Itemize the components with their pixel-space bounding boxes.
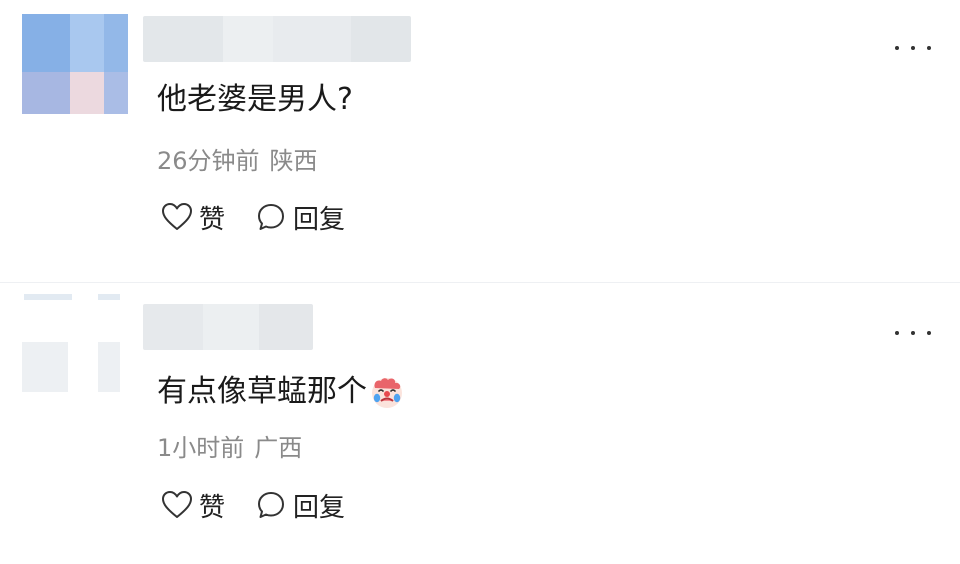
comment-location: 广西 [254,434,303,462]
heart-icon [162,203,192,230]
comment-text-content: 他老婆是男人? [157,82,353,117]
like-label: 赞 [199,204,226,235]
comment-bubble-icon [258,204,285,230]
username-blurred[interactable] [143,16,411,62]
username-blurred[interactable] [143,304,313,350]
heart-icon [162,491,192,518]
comment-meta: 1小时前 广西 [157,433,302,463]
avatar[interactable] [22,14,128,114]
comment-text: 他老婆是男人? [157,80,353,120]
reply-label: 回复 [293,492,346,523]
more-options-icon[interactable] [895,42,931,54]
comment-actions: 赞 回复 [161,199,345,236]
comment-location: 陕西 [269,147,318,175]
reply-button[interactable]: 回复 [255,199,345,236]
comment-meta: 26分钟前 陕西 [157,146,318,176]
comment-text-content: 有点像草蜢那个 [157,374,367,409]
comment-actions: 赞 回复 [161,487,345,524]
more-options-icon[interactable] [895,327,931,339]
comment-item: 有点像草蜢那个 1小时前 广西 赞 回复 [0,282,960,564]
avatar[interactable] [22,292,128,392]
comment-text: 有点像草蜢那个 [157,372,405,412]
like-button[interactable]: 赞 [161,487,225,524]
like-button[interactable]: 赞 [161,199,225,236]
reply-label: 回复 [293,204,346,235]
comment-bubble-icon [258,492,285,518]
comment-time: 26分钟前 [157,147,260,175]
comment-time: 1小时前 [157,434,245,462]
crying-clown-emoji-icon [372,378,402,408]
reply-button[interactable]: 回复 [255,487,345,524]
comment-item: 他老婆是男人? 26分钟前 陕西 赞 回复 [0,0,960,282]
like-label: 赞 [199,492,226,523]
